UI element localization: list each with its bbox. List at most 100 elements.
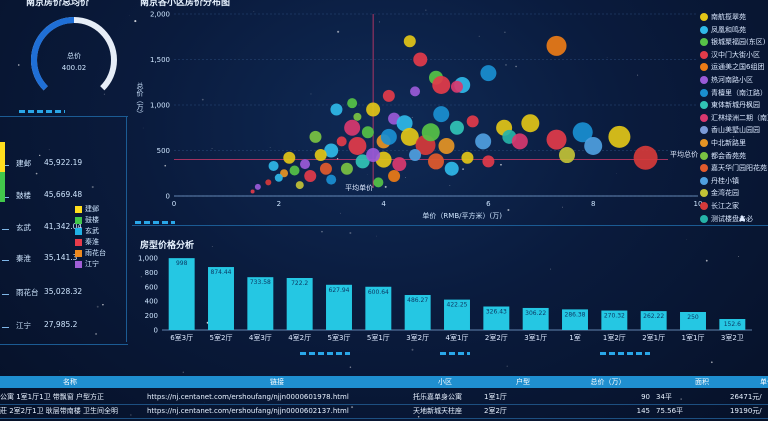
district-legend: 建邺鼓楼 玄武秦淮雨花台 江宁 [75, 204, 125, 270]
legend-item[interactable]: 银城聚福园(东区) [700, 36, 768, 49]
header-community[interactable]: 小区 [410, 376, 480, 388]
legend-item[interactable]: 香山美墅山园园 [700, 124, 768, 137]
header-link[interactable]: 链接 [144, 376, 410, 388]
legend-label: 建邺 [85, 205, 99, 213]
star [376, 235, 377, 237]
district-legend-item[interactable]: 鼓楼 [75, 215, 125, 226]
district-row[interactable]: 雨花台 35,028.32 [0, 287, 128, 301]
legend-label: 长江之家 [711, 201, 739, 210]
bubble-point [254, 183, 261, 190]
district-name: 雨花台 [16, 288, 39, 297]
y-tick-label: 800 [145, 269, 158, 277]
legend-item[interactable]: 南航揽翠苑 [700, 11, 768, 24]
bubble-point [546, 35, 567, 56]
legend-item[interactable]: 长江之家 [700, 200, 768, 213]
district-row[interactable]: 建邺 45,922.19 [0, 158, 128, 172]
legend-item[interactable]: 测试楼盘务必 [700, 213, 768, 226]
legend-item[interactable]: 中北新路里 [700, 137, 768, 150]
district-legend-item[interactable]: 秦淮 [75, 237, 125, 248]
legend-label: 金湾花园 [711, 189, 739, 198]
header-layout[interactable]: 户型 [482, 376, 564, 388]
legend-item[interactable]: 金湾花园 [700, 187, 768, 200]
legend-label: 玄武 [85, 227, 99, 235]
cell-link[interactable]: https://nj.centanet.com/ershoufang/njjn0… [147, 390, 409, 404]
legend-dot [700, 138, 708, 147]
bar-value-label: 733.58 [250, 279, 271, 286]
bar-value-label: 152.6 [724, 321, 741, 328]
district-row[interactable]: 江宁 27,985.2 [0, 320, 128, 334]
district-price: 35,141.3 [44, 253, 78, 262]
legend-item[interactable]: 汇林绿洲二期（南） [700, 112, 768, 125]
district-legend-item[interactable]: 建邺 [75, 204, 125, 215]
bubble-point [438, 137, 455, 154]
legend-item[interactable]: 凤凰和鸣苑 [700, 24, 768, 37]
legend-label: 丹桂小镇 [711, 176, 739, 185]
y-tick-label: 400 [145, 298, 158, 306]
header-name[interactable]: 名称 [0, 376, 140, 388]
legend-item[interactable]: 汉中门大街小区 [700, 49, 768, 62]
header-area[interactable]: 面积 [652, 376, 752, 388]
legend-item[interactable]: 嘉天华门园阳花苑 [700, 162, 768, 175]
row-tick [2, 327, 9, 328]
star [349, 366, 352, 368]
legend-item[interactable]: 热河南路小区 [700, 74, 768, 87]
header-unit-price[interactable]: 单价 [752, 376, 768, 388]
legend-label: 测试楼盘务必 [711, 214, 753, 223]
bubble-legend: 南航揽翠苑凤凰和鸣苑 银城聚福园(东区) 汉中门大街小区 运通美之国6组团热河南路小区… [700, 11, 768, 225]
legend-item[interactable]: 丹桂小镇 [700, 175, 768, 188]
y-tick-label: 0 [166, 193, 170, 201]
bubble-point [380, 128, 397, 145]
bubble-point [413, 52, 428, 67]
legend-label: 秦淮 [85, 238, 99, 246]
gauge-chart: 总价 400.02 [31, 17, 117, 91]
bubble-point [330, 103, 343, 116]
district-legend-item[interactable]: 江宁 [75, 259, 125, 270]
x-tick-label: 4室1厅 [446, 333, 469, 342]
star [182, 371, 184, 373]
bubble-point [366, 148, 381, 163]
star [17, 64, 20, 66]
bubble-point [521, 114, 540, 133]
header-total-price[interactable]: 总价（万） [566, 376, 650, 388]
bubble-point [268, 160, 279, 171]
legend-item[interactable]: 都会香苑苑 [700, 150, 768, 163]
cell-link[interactable]: https://nj.centanet.com/ershoufang/njjn0… [147, 404, 409, 418]
district-legend-item[interactable]: 雨花台 [75, 248, 125, 259]
y-tick-label: 2,000 [150, 11, 170, 19]
district-bar-marker [0, 172, 5, 202]
table-row[interactable]: 公寓 1室1厅1卫 带飘窗 户型方正 https://nj.centanet.c… [0, 390, 768, 405]
star [39, 154, 41, 156]
avg-total-label: 平均总价 [670, 150, 698, 159]
star [58, 370, 60, 372]
bar-chart: 0 200 400 600 800 1,000 998 6室3厅 874.44 5室2厅 733.5… [138, 255, 752, 342]
table-row[interactable]: 莊 2室2厅1卫 耿层带南楼 卫生间全明 https://nj.centanet… [0, 404, 768, 419]
y-axis-label: 总价（万） [136, 82, 144, 118]
legend-label: 嘉天华门园阳花苑 [711, 164, 767, 173]
row-tick [2, 294, 9, 295]
district-name: 鼓楼 [16, 191, 31, 200]
district-legend-item[interactable]: 玄武 [75, 226, 125, 237]
panel-divider [0, 116, 128, 117]
legend-scroll-icon[interactable]: ▲ [739, 213, 745, 222]
bubble-point [475, 133, 492, 150]
x-tick-label: 2 [277, 200, 281, 208]
legend-dot [700, 214, 708, 223]
row-tick [2, 229, 9, 230]
bubble-point [340, 162, 353, 175]
star [506, 365, 508, 367]
legend-item[interactable]: 运通美之国6组团 [700, 61, 768, 74]
legend-item[interactable]: 東体新城丹枫园 [700, 99, 768, 112]
x-tick-label: 5室2厅 [210, 333, 233, 342]
bubble-point [480, 65, 497, 82]
legend-item[interactable]: 青檀里（南江路） [700, 87, 768, 100]
bar-value-label: 250 [687, 314, 699, 321]
bar-value-label: 627.94 [329, 287, 350, 294]
legend-label: 南航揽翠苑 [711, 13, 746, 21]
legend-label: 运通美之国6组团 [711, 63, 765, 72]
bubble-point [608, 125, 631, 148]
district-price: 45,669.48 [44, 190, 83, 199]
x-axis-label: 单价（RMB/平方米）(万) [422, 211, 502, 220]
district-row[interactable]: 鼓楼 45,669.48 [0, 190, 128, 204]
legend-dot [700, 201, 708, 210]
x-tick-label: 3室2厅 [406, 333, 429, 342]
